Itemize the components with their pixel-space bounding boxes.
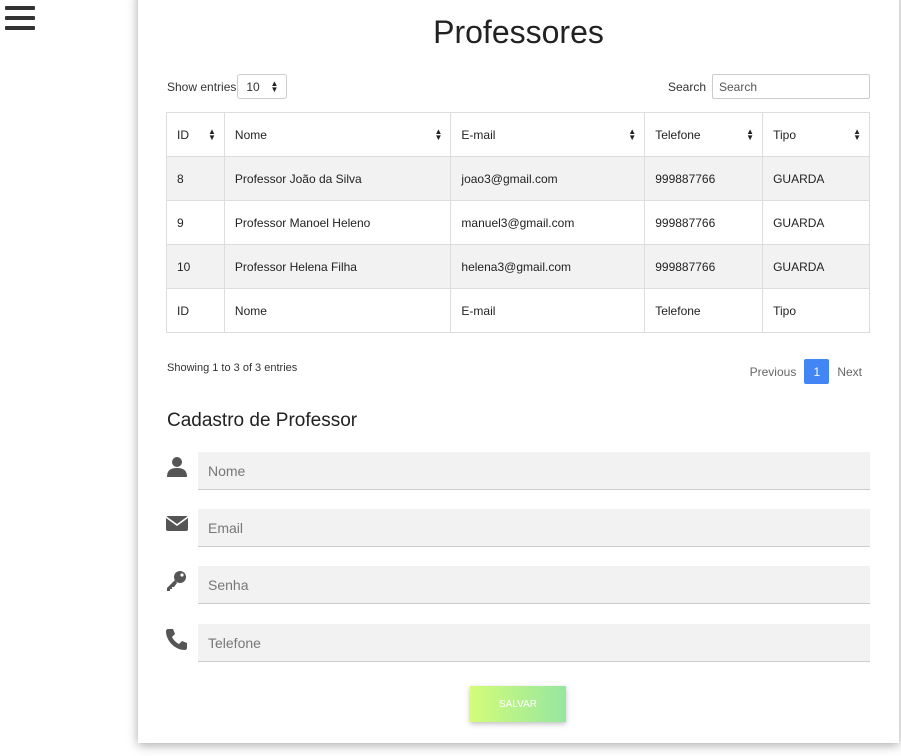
- table-row[interactable]: 8 Professor João da Silva joao3@gmail.co…: [166, 156, 870, 201]
- page-1-button[interactable]: 1: [804, 359, 830, 384]
- table-row[interactable]: 9 Professor Manoel Heleno manuel3@gmail.…: [166, 200, 870, 245]
- column-header-email[interactable]: E-mail ▲ ▼: [450, 112, 646, 157]
- column-header-telefone[interactable]: Telefone ▲ ▼: [644, 112, 764, 157]
- form-row-nome: [166, 452, 870, 490]
- table-header-row: ID ▲ ▼ Nome ▲ ▼ E-mail ▲ ▼ Telefone ▲ ▼ Tipo ▲ ▼: [166, 112, 870, 157]
- column-header-tipo[interactable]: Tipo ▲ ▼: [762, 112, 870, 157]
- footer-tipo: Tipo: [762, 288, 870, 333]
- telefone-input[interactable]: [198, 624, 870, 662]
- cell-id: 8: [166, 156, 225, 201]
- sort-icon: ▲ ▼: [208, 127, 216, 142]
- cell-email: manuel3@gmail.com: [450, 200, 646, 245]
- table-footer-row: ID Nome E-mail Telefone Tipo: [166, 288, 870, 333]
- nome-input[interactable]: [198, 452, 870, 490]
- cell-tipo: GUARDA: [762, 156, 870, 201]
- pagination: Previous 1 Next: [742, 359, 870, 384]
- page-title: Professores: [433, 14, 604, 50]
- phone-icon: [166, 629, 187, 650]
- sort-icon: ▲ ▼: [434, 127, 443, 142]
- show-entries-control: Show entries 10 ▲ ▼: [167, 74, 288, 99]
- show-entries-label: Show entries: [167, 79, 237, 94]
- sort-icon: ▲ ▼: [853, 127, 861, 142]
- save-button[interactable]: SALVAR: [470, 686, 566, 722]
- form-row-email: [166, 509, 870, 547]
- cell-tipo: GUARDA: [762, 200, 870, 245]
- cell-telefone: 999887766: [644, 156, 764, 201]
- footer-email: E-mail: [450, 288, 646, 333]
- senha-input[interactable]: [198, 566, 870, 604]
- envelope-icon: [166, 516, 188, 531]
- footer-nome: Nome: [223, 288, 452, 333]
- cell-email: helena3@gmail.com: [450, 244, 646, 289]
- footer-telefone: Telefone: [644, 288, 764, 333]
- column-header-id[interactable]: ID ▲ ▼: [166, 112, 225, 157]
- entries-select-value: 10: [246, 79, 260, 94]
- table-info: Showing 1 to 3 of 3 entries: [167, 362, 298, 374]
- search-input[interactable]: [712, 74, 870, 99]
- search-control: Search: [668, 74, 870, 99]
- email-input[interactable]: [198, 509, 870, 547]
- cell-telefone: 999887766: [644, 200, 764, 245]
- cell-nome: Professor Manoel Heleno: [223, 200, 452, 245]
- cell-tipo: GUARDA: [762, 244, 870, 289]
- previous-button[interactable]: Previous: [742, 361, 805, 383]
- sort-icon: ▲ ▼: [746, 127, 755, 142]
- cell-id: 9: [166, 200, 225, 245]
- form-row-senha: [166, 566, 870, 604]
- cell-nome: Professor Helena Filha: [223, 244, 452, 289]
- column-header-nome[interactable]: Nome ▲ ▼: [223, 112, 452, 157]
- search-label: Search: [667, 79, 706, 94]
- user-icon: [167, 457, 187, 477]
- next-button[interactable]: Next: [829, 361, 870, 383]
- entries-select[interactable]: 10 ▲ ▼: [237, 74, 288, 99]
- cell-nome: Professor João da Silva: [223, 156, 452, 201]
- table-row[interactable]: 10 Professor Helena Filha helena3@gmail.…: [166, 244, 870, 289]
- cell-email: joao3@gmail.com: [450, 156, 646, 201]
- hamburger-menu-icon[interactable]: [5, 6, 35, 32]
- form-row-telefone: [166, 624, 870, 662]
- professors-table: ID ▲ ▼ Nome ▲ ▼ E-mail ▲ ▼ Telefone ▲ ▼ Tipo ▲ ▼ 8…: [166, 112, 870, 333]
- cell-id: 10: [166, 244, 225, 289]
- main-card: Professores Show entries 10 ▲▼ Search ID…: [138, 0, 899, 743]
- footer-id: ID: [166, 288, 225, 333]
- cell-telefone: 999887766: [644, 244, 764, 289]
- key-icon: [167, 571, 186, 591]
- sort-icon: ▲ ▼: [628, 127, 637, 142]
- form-title: Cadastro de Professor: [167, 410, 358, 431]
- select-arrows-icon: ▲ ▼: [270, 78, 279, 94]
